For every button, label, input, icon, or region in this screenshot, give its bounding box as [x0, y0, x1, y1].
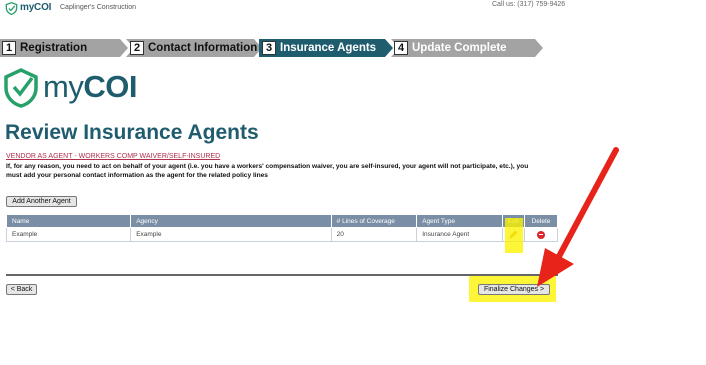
column-header-lines: # Lines of Coverage: [330, 214, 418, 228]
agent-notice: If, for any reason, you need to act on b…: [6, 163, 529, 179]
logo-coi: COI: [83, 69, 137, 104]
vendor-as-agent-link[interactable]: VENDOR AS AGENT - WORKERS COMP WAIVER/SE…: [6, 153, 220, 160]
step-label: Contact Information: [148, 42, 258, 54]
step-number: 3: [262, 41, 276, 55]
column-header-agency: Agency: [130, 214, 332, 228]
back-button[interactable]: < Back: [6, 284, 37, 295]
step-label: Registration: [20, 42, 88, 54]
cell-delete: [524, 227, 558, 242]
logo-my: my: [43, 69, 84, 104]
cell-agency: Example: [130, 227, 332, 242]
table-row: Example Example 20 Insurance Agent: [5, 227, 558, 242]
add-another-agent-button[interactable]: Add Another Agent: [6, 196, 77, 207]
column-header-name: Name: [5, 214, 132, 228]
company-name: Caplinger's Construction: [60, 4, 137, 11]
agents-table: Name Agency # Lines of Coverage Agent Ty…: [5, 214, 558, 242]
shield-check-icon: [4, 68, 38, 108]
step-update-complete: 4 Update Complete: [391, 39, 545, 57]
step-number: 2: [130, 41, 144, 55]
step-label: Insurance Agents: [280, 42, 377, 54]
step-registration: 1 Registration: [0, 39, 128, 57]
cell-name: Example: [5, 227, 132, 242]
step-label: Update Complete: [412, 42, 507, 54]
cell-agent-type: Insurance Agent: [416, 227, 503, 242]
edit-highlight: [505, 218, 523, 253]
top-brand[interactable]: myCOI: [20, 2, 51, 13]
shield-check-icon: [5, 2, 18, 15]
step-insurance-agents: 3 Insurance Agents: [259, 39, 393, 57]
column-header-delete: Delete: [524, 214, 558, 228]
delete-icon[interactable]: [537, 230, 545, 239]
step-contact-information: 2 Contact Information: [126, 39, 262, 57]
table-header-row: Name Agency # Lines of Coverage Agent Ty…: [5, 214, 558, 228]
step-number: 4: [394, 41, 408, 55]
finalize-changes-button[interactable]: Finalize Changes >: [478, 284, 550, 295]
step-number: 1: [2, 41, 16, 55]
cell-lines: 20: [330, 227, 418, 242]
wizard-steps: 1 Registration 2 Contact Information 3 I…: [0, 39, 545, 57]
phone-number: Call us: (317) 759-9426: [492, 1, 566, 8]
mycoi-logo: myCOI: [43, 70, 137, 104]
top-bar: myCOI Caplinger's Construction Call us: …: [0, 0, 706, 16]
column-header-agent-type: Agent Type: [416, 214, 503, 228]
page-title: Review Insurance Agents: [5, 121, 259, 144]
